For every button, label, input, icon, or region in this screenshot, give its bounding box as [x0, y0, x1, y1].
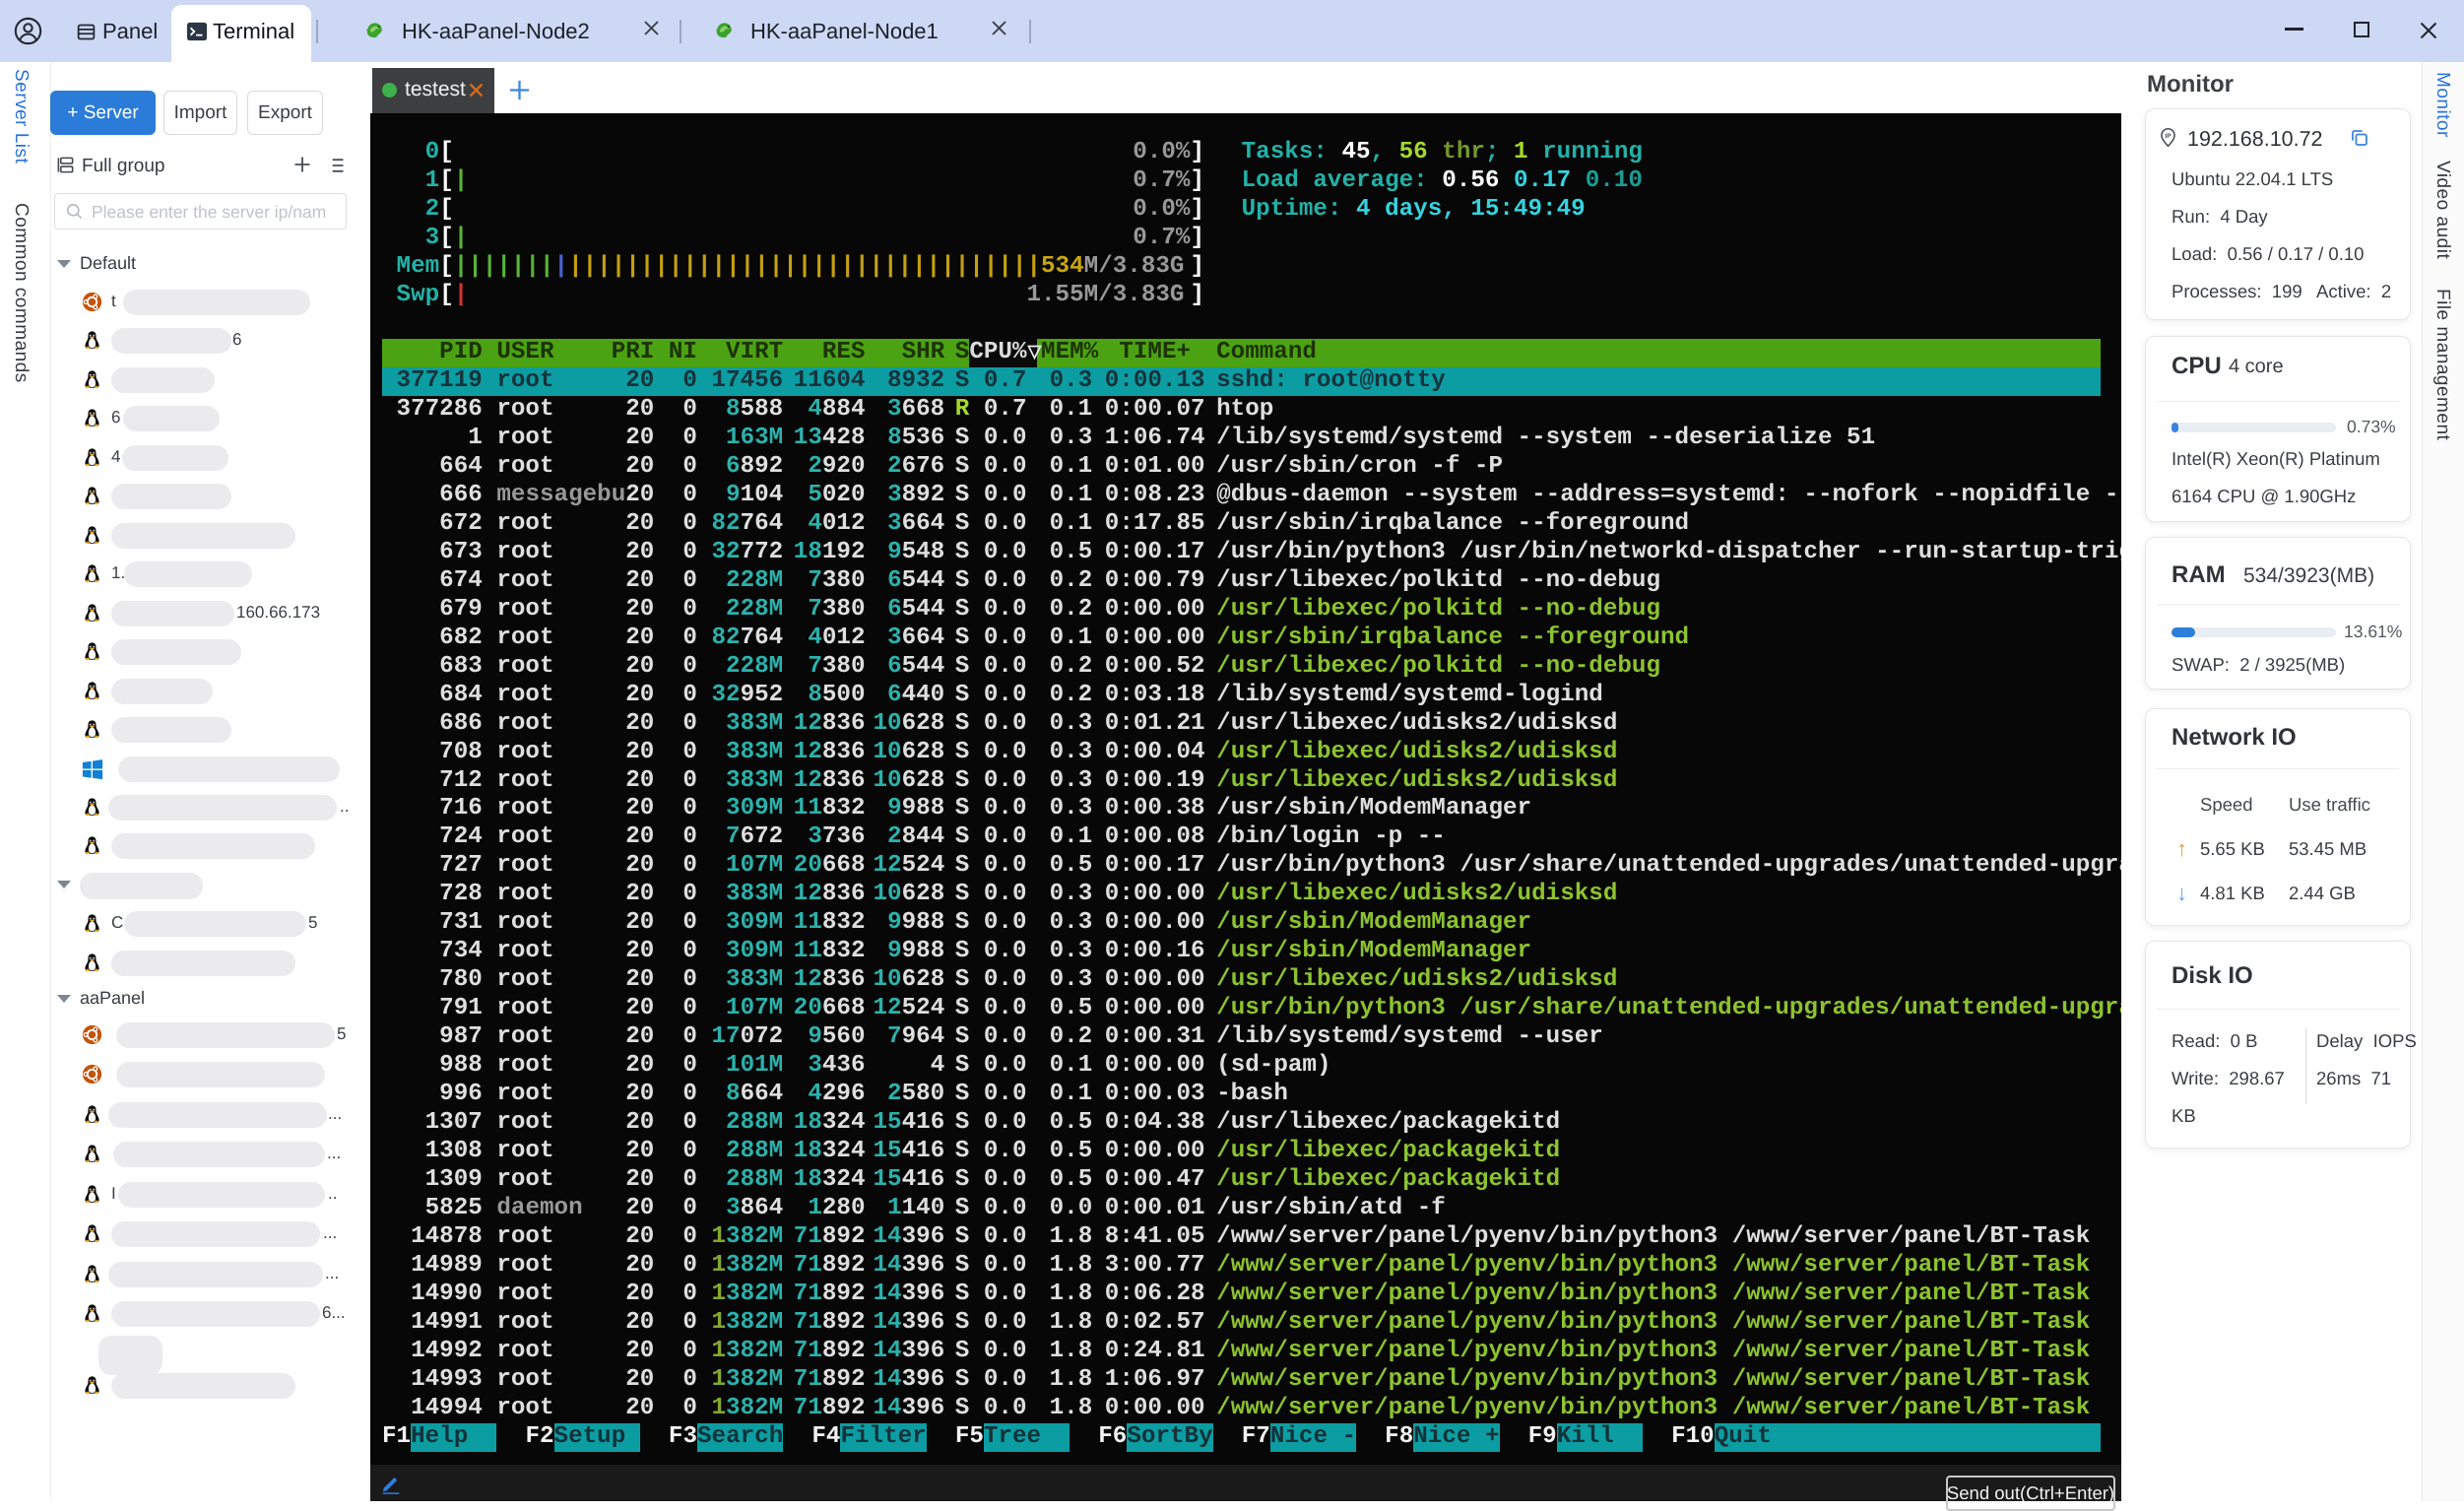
svg-text:IP: IP — [2165, 132, 2171, 140]
